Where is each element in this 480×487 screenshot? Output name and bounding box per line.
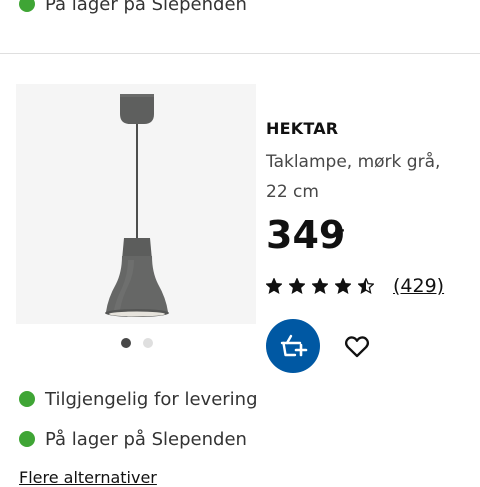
product-description[interactable]: Taklampe, mørk grå, 22 cm bbox=[266, 147, 466, 207]
carousel-dot-2[interactable] bbox=[143, 338, 153, 348]
section-divider bbox=[0, 53, 480, 54]
availability-delivery: Tilgjengelig for levering bbox=[19, 387, 258, 411]
rating-stars bbox=[266, 278, 381, 294]
in-stock-status-dot bbox=[19, 431, 35, 447]
availability-store-label: På lager på Slependen bbox=[45, 428, 247, 450]
availability-store-top: På lager på Slependen bbox=[19, 0, 247, 16]
availability-store: På lager på Slependen bbox=[19, 427, 247, 451]
in-stock-status-dot bbox=[19, 0, 35, 12]
carousel-dot-1[interactable] bbox=[121, 338, 131, 348]
add-to-cart-button[interactable] bbox=[266, 319, 320, 373]
product-image[interactable] bbox=[16, 84, 256, 324]
basket-plus-icon bbox=[280, 334, 308, 357]
add-to-wishlist-button[interactable] bbox=[340, 330, 374, 364]
product-brand[interactable]: HEKTAR bbox=[266, 119, 338, 138]
availability-delivery-label: Tilgjengelig for levering bbox=[45, 388, 258, 410]
review-count-link[interactable]: (429) bbox=[393, 275, 444, 297]
star-full-icon bbox=[312, 278, 328, 294]
pendant-lamp-image bbox=[105, 94, 169, 317]
star-full-icon bbox=[289, 278, 305, 294]
star-half-icon bbox=[358, 278, 374, 294]
heart-icon bbox=[344, 336, 370, 358]
star-full-icon bbox=[335, 278, 351, 294]
star-full-icon bbox=[266, 278, 282, 294]
availability-store-label: På lager på Slependen bbox=[45, 0, 247, 15]
price-suffix: ,- bbox=[332, 220, 345, 239]
more-options-link[interactable]: Flere alternativer bbox=[19, 468, 157, 487]
delivery-status-dot bbox=[19, 391, 35, 407]
